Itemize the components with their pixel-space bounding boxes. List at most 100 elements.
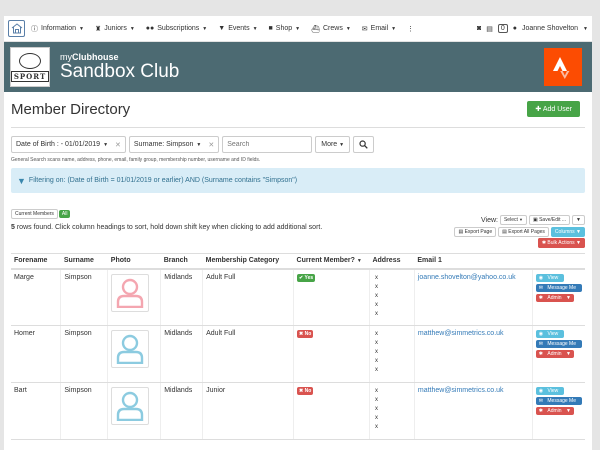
admin-button[interactable]: ✱ Admin ▼ <box>535 293 574 302</box>
nav-juniors[interactable]: ♜ Juniors ▼ <box>95 25 135 33</box>
actions-cell: ◉ View ✉ Message Me ✱ Admin ▼ <box>531 382 585 440</box>
address-mark: x <box>374 283 378 290</box>
forename-cell: Bart <box>11 382 61 440</box>
dob-filter-chip[interactable]: Date of Birth : - 01/01/2019 ▼ ✕ <box>11 136 126 153</box>
more-label: More <box>321 141 338 148</box>
save-edit-button[interactable]: ▣ Save/Edit ... <box>528 215 571 225</box>
save-edit-dropdown[interactable]: ▼ <box>572 215 585 225</box>
home-button[interactable] <box>8 20 25 37</box>
current-yes-badge: ✔ Yes <box>297 273 316 282</box>
app-frame: ⓘ Information ▼ ♜ Juniors ▼ ●● Subscriptions ▼… <box>4 16 592 450</box>
close-icon[interactable]: ✕ <box>115 141 121 149</box>
avatar[interactable] <box>111 387 150 425</box>
address-mark: x <box>374 367 378 373</box>
add-user-button[interactable]: ✚ Add User <box>527 101 580 117</box>
current-members-toggle[interactable]: Current Members <box>11 209 58 219</box>
chevron-down-icon: ▼ <box>583 25 588 32</box>
chevron-down-icon: ▼ <box>103 141 109 148</box>
plus-icon: ✚ <box>535 106 543 113</box>
scrollbar[interactable] <box>592 16 600 450</box>
view-button[interactable]: ◉ View <box>535 387 565 395</box>
home-icon <box>11 23 22 34</box>
view-button[interactable]: ◉ View <box>535 330 565 338</box>
address-mark: x <box>374 424 378 430</box>
forename-cell: Marge <box>11 268 61 326</box>
col-membership-category[interactable]: Membership Category <box>202 253 294 270</box>
surname-filter-chip[interactable]: Surname: Simpson ▼ ✕ <box>128 136 220 153</box>
nav-label: Juniors <box>104 25 127 32</box>
col-current-member[interactable]: Current Member? ▼ <box>293 253 370 270</box>
bulk-area: ✱ Bulk Actions ▼ <box>537 238 585 248</box>
nav-email[interactable]: ✉ Email ▼ <box>362 25 396 33</box>
more-button[interactable]: More ▼ <box>315 136 351 153</box>
strava-button[interactable] <box>544 48 582 86</box>
avatar[interactable] <box>111 330 150 368</box>
address-mark: x <box>374 406 378 412</box>
columns-button[interactable]: Columns ▼ <box>550 227 585 237</box>
col-address[interactable]: Address <box>369 253 415 270</box>
branch-cell: Midlands <box>160 268 203 326</box>
message-button[interactable]: ✉ Message Me <box>535 283 582 292</box>
all-members-toggle[interactable]: All <box>58 210 71 218</box>
chevron-down-icon: ▼ <box>339 141 345 148</box>
export-all-button[interactable]: ▤ Export All Pages <box>498 227 549 237</box>
address-mark: x <box>374 301 378 308</box>
address-mark: x <box>374 331 378 337</box>
nav-label: Events <box>228 25 250 32</box>
address-mark: x <box>374 415 378 421</box>
filter-bar: Date of Birth : - 01/01/2019 ▼ ✕ Surname: … <box>11 136 585 153</box>
nav-right: ◙ ▤ 0 ● Joanne Shovelton ▼ <box>477 24 588 33</box>
chip-label: Date of Birth : - 01/01/2019 <box>16 141 101 148</box>
admin-button[interactable]: ✱ Admin ▼ <box>535 350 574 358</box>
more-menu-button[interactable]: ⋮ <box>407 25 414 33</box>
email-link[interactable]: joanne.shovelton@yahoo.co.uk <box>418 274 516 281</box>
page-title: Member Directory <box>11 101 131 118</box>
admin-button[interactable]: ✱ Admin ▼ <box>535 407 574 415</box>
club-logo: SPORT <box>10 47 50 87</box>
nav-crews[interactable]: ⛴ Crews ▼ <box>311 25 351 33</box>
notification-counter[interactable]: 0 <box>497 24 508 33</box>
col-actions <box>532 253 585 270</box>
message-button[interactable]: ✉ Message Me <box>535 340 582 348</box>
view-controls: View: Select ▼ ▣ Save/Edit ... ▼ <box>481 215 585 225</box>
message-button[interactable]: ✉ Message Me <box>535 397 582 405</box>
camera-icon[interactable]: ◙ <box>477 25 481 32</box>
search-input[interactable] <box>222 136 313 153</box>
category-cell: Adult Full <box>202 325 294 383</box>
top-nav: ⓘ Information ▼ ♜ Juniors ▼ ●● Subscriptions ▼… <box>4 16 592 42</box>
address-mark: x <box>374 310 378 317</box>
close-icon[interactable]: ✕ <box>208 141 214 149</box>
chevron-down-icon: ▼ <box>391 25 397 32</box>
col-surname[interactable]: Surname <box>60 253 108 270</box>
main-content: Member Directory ✚ Add User Date of Birt… <box>4 92 592 440</box>
envelope-icon: ✉ <box>361 25 368 33</box>
nav-events[interactable]: ▼ Events ▼ <box>218 25 257 32</box>
avatar[interactable] <box>111 273 150 312</box>
search-button[interactable] <box>353 136 375 153</box>
trophy-icon: ♜ <box>94 25 102 33</box>
view-button[interactable]: ◉ View <box>535 273 565 282</box>
nav-label: Email <box>370 25 389 32</box>
export-page-button[interactable]: ▤ Export Page <box>454 227 497 237</box>
nav-subscriptions[interactable]: ●● Subscriptions ▼ <box>146 25 207 32</box>
email-link[interactable]: matthew@simmetrics.co.uk <box>418 387 504 394</box>
email-link[interactable]: matthew@simmetrics.co.uk <box>418 330 504 337</box>
strava-icon <box>553 57 570 79</box>
table-body: Marge Simpson Midlands Adult Full ✔ Yes x x x x x… <box>11 268 585 440</box>
sort-desc-icon: ▼ <box>356 258 362 265</box>
user-menu[interactable]: Joanne Shovelton <box>522 25 578 32</box>
chevron-down-icon: ▼ <box>252 25 258 32</box>
cart-icon[interactable]: ▤ <box>486 25 493 33</box>
surname-cell: Simpson <box>60 382 108 440</box>
col-branch[interactable]: Branch <box>160 253 203 270</box>
bulk-actions-button[interactable]: ✱ Bulk Actions ▼ <box>537 238 585 248</box>
col-photo[interactable]: Photo <box>107 253 161 270</box>
col-current-member-label: Current Member? <box>296 257 355 265</box>
view-select[interactable]: Select ▼ <box>499 215 527 225</box>
nav-shop[interactable]: ■ Shop ▼ <box>269 25 301 32</box>
col-forename[interactable]: Forename <box>11 253 61 270</box>
chip-label: Surname: Simpson <box>133 141 194 148</box>
surname-cell: Simpson <box>60 325 108 383</box>
col-email[interactable]: Email 1 <box>414 253 533 270</box>
nav-information[interactable]: ⓘ Information ▼ <box>31 24 84 34</box>
